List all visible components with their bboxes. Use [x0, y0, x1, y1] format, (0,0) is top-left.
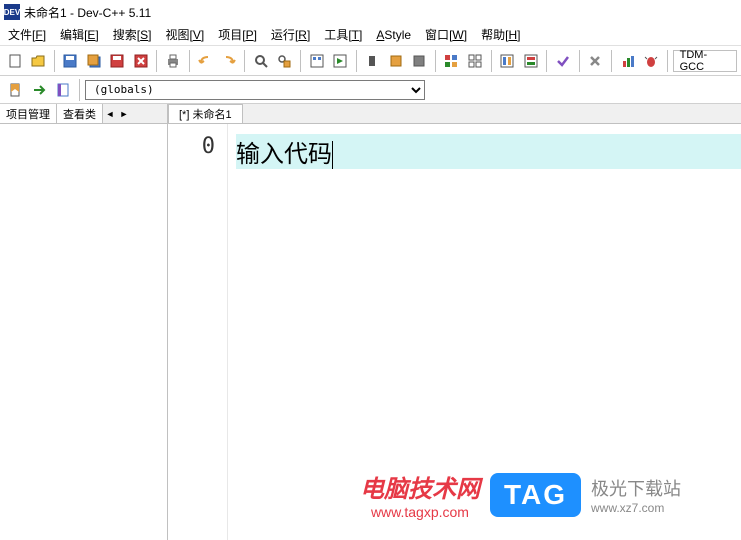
menu-run[interactable]: 运行[R] — [265, 24, 316, 45]
menu-file[interactable]: 文件[F] — [2, 24, 52, 45]
menu-window[interactable]: 窗口[W] — [419, 24, 473, 45]
app-icon: DEV — [4, 4, 20, 20]
menu-edit[interactable]: 编辑[E] — [54, 24, 105, 45]
titlebar: DEV 未命名1 - Dev-C++ 5.11 — [0, 0, 741, 24]
new-file-icon[interactable] — [4, 50, 25, 72]
compiler-selector[interactable]: TDM-GCC — [673, 50, 737, 72]
editor-area: [*] 未命名1 0 输入代码 — [168, 104, 741, 540]
run2-icon[interactable] — [329, 50, 350, 72]
search-icon[interactable] — [250, 50, 271, 72]
menu-project[interactable]: 项目[P] — [212, 24, 263, 45]
sidebar-body — [0, 124, 167, 540]
save-as-icon[interactable] — [106, 50, 127, 72]
secondary-toolbar: (globals) — [0, 76, 741, 104]
tab-scroll-right-icon[interactable]: ► — [117, 104, 131, 123]
goto-icon[interactable] — [28, 79, 50, 101]
bug-icon[interactable] — [640, 50, 661, 72]
check-icon[interactable] — [552, 50, 573, 72]
menu-astyle[interactable]: AStyle — [370, 26, 417, 44]
code-text-area[interactable]: 输入代码 — [228, 124, 741, 540]
window-title: 未命名1 - Dev-C++ 5.11 — [24, 4, 151, 21]
sidebar-tabs: 项目管理 查看类 ◄ ► — [0, 104, 167, 124]
print-icon[interactable] — [162, 50, 183, 72]
stop-icon[interactable] — [362, 50, 383, 72]
replace-icon[interactable] — [274, 50, 295, 72]
editor-tab-file1[interactable]: [*] 未命名1 — [168, 104, 243, 123]
sidebar-tab-project[interactable]: 项目管理 — [0, 104, 57, 123]
line-number: 0 — [168, 134, 215, 159]
tool2-icon[interactable] — [520, 50, 541, 72]
menu-help[interactable]: 帮助[H] — [475, 24, 526, 45]
sidebar: 项目管理 查看类 ◄ ► — [0, 104, 168, 540]
chart-icon[interactable] — [617, 50, 638, 72]
code-editor[interactable]: 0 输入代码 — [168, 124, 741, 540]
redo-icon[interactable] — [218, 50, 239, 72]
tab-scroll-left-icon[interactable]: ◄ — [103, 104, 117, 123]
menu-tools[interactable]: 工具[T] — [318, 24, 368, 45]
menu-search[interactable]: 搜索[S] — [107, 24, 158, 45]
menubar: 文件[F] 编辑[E] 搜索[S] 视图[V] 项目[P] 运行[R] 工具[T… — [0, 24, 741, 46]
save-icon[interactable] — [60, 50, 81, 72]
undo-icon[interactable] — [195, 50, 216, 72]
debug-icon[interactable] — [385, 50, 406, 72]
compile-run-icon[interactable] — [441, 50, 462, 72]
sidebar-tab-classes[interactable]: 查看类 — [57, 104, 103, 123]
menu-view[interactable]: 视图[V] — [159, 24, 210, 45]
editor-tabs: [*] 未命名1 — [168, 104, 741, 124]
line-gutter: 0 — [168, 124, 228, 540]
close-file-icon[interactable] — [130, 50, 151, 72]
open-icon[interactable] — [27, 50, 48, 72]
delete-icon[interactable] — [585, 50, 606, 72]
globals-dropdown[interactable]: (globals) — [85, 80, 425, 100]
main-toolbar: TDM-GCC — [0, 46, 741, 76]
rebuild-icon[interactable] — [464, 50, 485, 72]
bookmark-icon[interactable] — [4, 79, 26, 101]
syntax-check-icon[interactable] — [497, 50, 518, 72]
save-all-icon[interactable] — [83, 50, 104, 72]
compile-icon[interactable] — [306, 50, 327, 72]
main-area: 项目管理 查看类 ◄ ► [*] 未命名1 0 输入代码 — [0, 104, 741, 540]
bookmark-list-icon[interactable] — [52, 79, 74, 101]
profile-icon[interactable] — [408, 50, 429, 72]
